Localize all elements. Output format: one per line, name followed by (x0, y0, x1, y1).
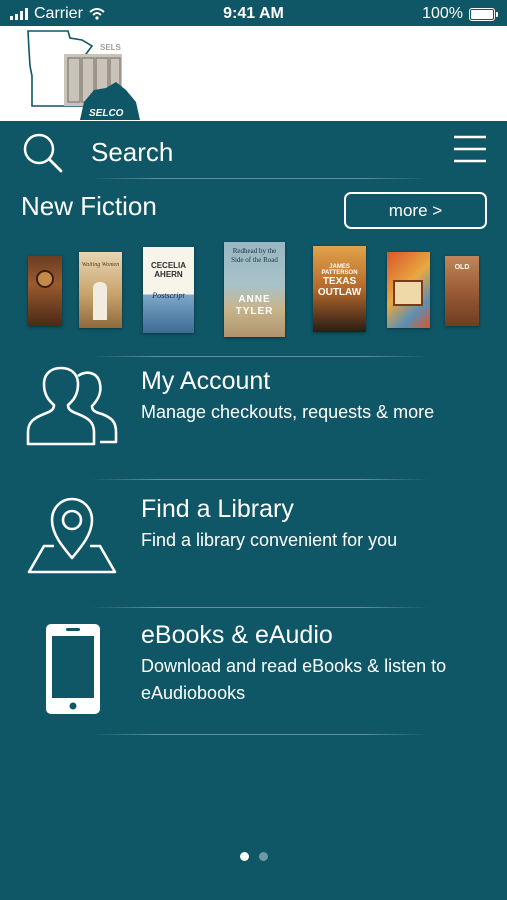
battery-percent: 100% (422, 5, 463, 22)
ebooks-eaudio-title: eBooks & eAudio (141, 621, 333, 649)
book-author: CECELIA AHERN (150, 261, 187, 279)
book-cover[interactable]: Waiting Women (79, 252, 122, 328)
ebooks-eaudio-item[interactable]: eBooks & eAudio Download and read eBooks… (0, 614, 507, 734)
users-icon (26, 366, 118, 446)
find-library-subtitle: Find a library convenient for you (141, 530, 398, 550)
book-cover[interactable]: CECELIA AHERN Postscript (143, 247, 194, 333)
book-title: OLD (454, 264, 470, 271)
book-author: ANNE TYLER (235, 294, 274, 317)
page-dot-active[interactable] (239, 852, 249, 861)
battery-icon (469, 7, 498, 21)
book-title: Redhead by the Side of the Road (231, 247, 278, 264)
page-dot[interactable] (258, 852, 268, 861)
book-cover[interactable] (387, 252, 430, 328)
book-cover[interactable] (28, 256, 62, 326)
ebooks-eaudio-subtitle: Download and read eBooks & listen to eAu… (141, 656, 447, 703)
divider (90, 356, 430, 357)
divider (90, 734, 430, 735)
search-input[interactable]: Search (91, 137, 173, 168)
status-bar: Carrier 9:41 AM 100% (0, 0, 507, 28)
book-title: Waiting Women (81, 262, 120, 268)
search-icon[interactable] (22, 132, 64, 174)
map-pin-icon (27, 497, 117, 574)
find-library-title: Find a Library (141, 495, 294, 523)
divider (90, 607, 430, 608)
book-author: JAMES PATTERSON (321, 264, 358, 276)
page-indicator[interactable] (0, 852, 507, 861)
hamburger-menu-icon[interactable] (453, 134, 487, 164)
logo-header: SELS SELCO (0, 26, 507, 121)
my-account-item[interactable]: My Account Manage checkouts, requests & … (0, 360, 507, 478)
logo-small-text: SELS (100, 43, 122, 52)
status-right: 100% (422, 5, 498, 23)
book-title: TEXAS OUTLAW (317, 276, 362, 298)
smartphone-icon (46, 624, 100, 714)
my-account-subtitle: Manage checkouts, requests & more (141, 402, 435, 422)
book-subtitle: Postscript (152, 291, 185, 300)
find-library-item[interactable]: Find a Library Find a library convenient… (0, 488, 507, 606)
divider (90, 178, 430, 179)
book-cover[interactable]: JAMES PATTERSON TEXAS OUTLAW (313, 246, 366, 332)
new-fiction-title: New Fiction (21, 191, 157, 221)
book-cover[interactable]: OLD (445, 256, 479, 326)
logo-main-text: SELCO (89, 108, 124, 119)
my-account-title: My Account (141, 367, 271, 395)
search-bar[interactable]: Search (0, 122, 507, 178)
book-cover[interactable]: Redhead by the Side of the Road ANNE TYL… (224, 242, 285, 337)
more-button[interactable]: more > (344, 192, 487, 229)
divider (90, 479, 430, 480)
selco-logo: SELS SELCO (27, 30, 140, 120)
